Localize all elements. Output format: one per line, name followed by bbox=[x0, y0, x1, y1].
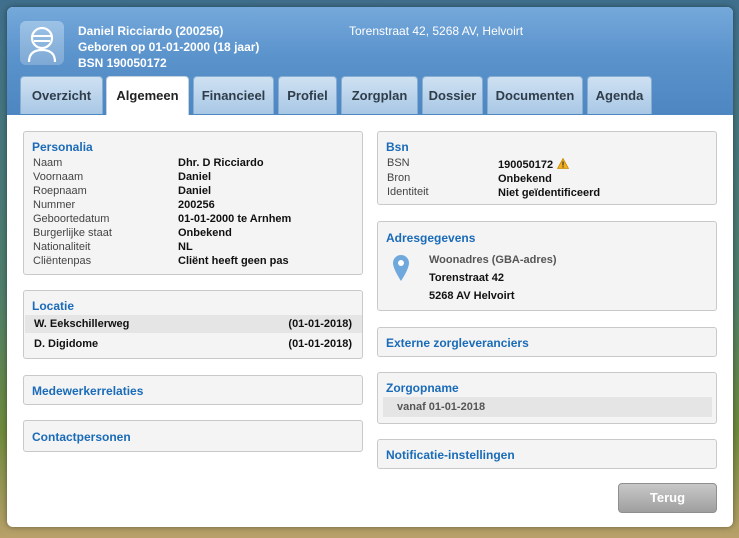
personalia-key: Nummer bbox=[33, 199, 76, 211]
client-address: Torenstraat 42, 5268 AV, Helvoirt bbox=[349, 24, 524, 38]
client-name: Daniel Ricciardo (200256) bbox=[78, 24, 224, 38]
personalia-key: Nationaliteit bbox=[33, 241, 91, 253]
medewerkerrelaties-title: Medewerkerrelaties bbox=[32, 384, 144, 398]
externe-zorgleveranciers-panel[interactable]: Externe zorgleveranciers bbox=[377, 327, 717, 357]
tab-documenten[interactable]: Documenten bbox=[487, 76, 583, 114]
bsn-value: Onbekend bbox=[498, 173, 552, 185]
notificatie-instellingen-panel[interactable]: Notificatie-instellingen bbox=[377, 439, 717, 469]
personalia-value: Cliënt heeft geen pas bbox=[178, 255, 289, 267]
locatie-row[interactable]: W. Eekschillerweg (01-01-2018) bbox=[25, 315, 362, 333]
personalia-key: Voornaam bbox=[33, 171, 84, 183]
tab-zorgplan[interactable]: Zorgplan bbox=[341, 76, 418, 114]
client-bsn: BSN 190050172 bbox=[78, 56, 167, 70]
bsn-value: 190050172 bbox=[498, 159, 554, 171]
bsn-title: Bsn bbox=[386, 140, 409, 154]
terug-button[interactable]: Terug bbox=[618, 483, 717, 513]
personalia-value: Onbekend bbox=[178, 227, 232, 239]
tab-dossier[interactable]: Dossier bbox=[422, 76, 483, 114]
tab-algemeen[interactable]: Algemeen bbox=[106, 76, 189, 115]
externe-zorgleveranciers-title: Externe zorgleveranciers bbox=[386, 336, 529, 350]
person-avatar-icon bbox=[20, 21, 64, 65]
tab-agenda[interactable]: Agenda bbox=[587, 76, 652, 114]
personalia-panel: Personalia Naam Dhr. D Ricciardo Voornaa… bbox=[23, 131, 363, 275]
client-window: Daniel Ricciardo (200256) Geboren op 01-… bbox=[7, 7, 733, 527]
personalia-key: Burgerlijke staat bbox=[33, 227, 112, 239]
warning-icon bbox=[557, 158, 569, 169]
locatie-date: (01-01-2018) bbox=[288, 318, 352, 330]
bsn-panel: Bsn BSN 190050172 Bron Onbekend Identite… bbox=[377, 131, 717, 205]
client-header: Daniel Ricciardo (200256) Geboren op 01-… bbox=[7, 7, 733, 115]
contactpersonen-panel[interactable]: Contactpersonen bbox=[23, 420, 363, 452]
adresgegevens-title: Adresgegevens bbox=[386, 231, 476, 245]
zorgopname-value: vanaf 01-01-2018 bbox=[397, 401, 486, 413]
personalia-value: Daniel bbox=[178, 171, 212, 183]
contactpersonen-title: Contactpersonen bbox=[32, 430, 131, 444]
locatie-date: (01-01-2018) bbox=[288, 338, 352, 350]
bsn-key: Bron bbox=[387, 172, 411, 184]
locatie-name: D. Digidome bbox=[34, 338, 99, 350]
personalia-key: Cliëntenpas bbox=[33, 255, 92, 267]
notificatie-instellingen-title: Notificatie-instellingen bbox=[386, 448, 515, 462]
zorgopname-row: vanaf 01-01-2018 bbox=[383, 397, 712, 417]
locatie-panel: Locatie W. Eekschillerweg (01-01-2018) D… bbox=[23, 290, 363, 359]
map-pin-icon bbox=[393, 255, 409, 281]
address-city: 5268 AV Helvoirt bbox=[429, 290, 515, 302]
locatie-title: Locatie bbox=[32, 299, 75, 313]
zorgopname-title: Zorgopname bbox=[386, 381, 459, 395]
medewerkerrelaties-panel[interactable]: Medewerkerrelaties bbox=[23, 375, 363, 405]
personalia-value: 01-01-2000 te Arnhem bbox=[178, 213, 292, 225]
locatie-row[interactable]: D. Digidome (01-01-2018) bbox=[25, 335, 362, 353]
zorgopname-panel: Zorgopname vanaf 01-01-2018 bbox=[377, 372, 717, 424]
locatie-name: W. Eekschillerweg bbox=[34, 318, 130, 330]
bsn-key: Identiteit bbox=[387, 186, 429, 198]
personalia-key: Naam bbox=[33, 157, 63, 169]
personalia-key: Geboortedatum bbox=[33, 213, 110, 225]
personalia-value: Daniel bbox=[178, 185, 212, 197]
personalia-value: 200256 bbox=[178, 199, 215, 211]
tab-financieel[interactable]: Financieel bbox=[193, 76, 274, 114]
bsn-key: BSN bbox=[387, 157, 410, 169]
tab-profiel[interactable]: Profiel bbox=[278, 76, 337, 114]
client-birthdate: Geboren op 01-01-2000 (18 jaar) bbox=[78, 40, 260, 54]
address-type: Woonadres (GBA-adres) bbox=[429, 254, 557, 266]
bsn-value: Niet geïdentificeerd bbox=[498, 187, 601, 199]
personalia-key: Roepnaam bbox=[33, 185, 87, 197]
personalia-value: Dhr. D Ricciardo bbox=[178, 157, 264, 169]
personalia-value: NL bbox=[178, 241, 193, 253]
tab-overzicht[interactable]: Overzicht bbox=[20, 76, 103, 114]
address-street: Torenstraat 42 bbox=[429, 272, 504, 284]
personalia-title: Personalia bbox=[32, 140, 93, 154]
adresgegevens-panel: Adresgegevens Woonadres (GBA-adres) Tore… bbox=[377, 221, 717, 311]
